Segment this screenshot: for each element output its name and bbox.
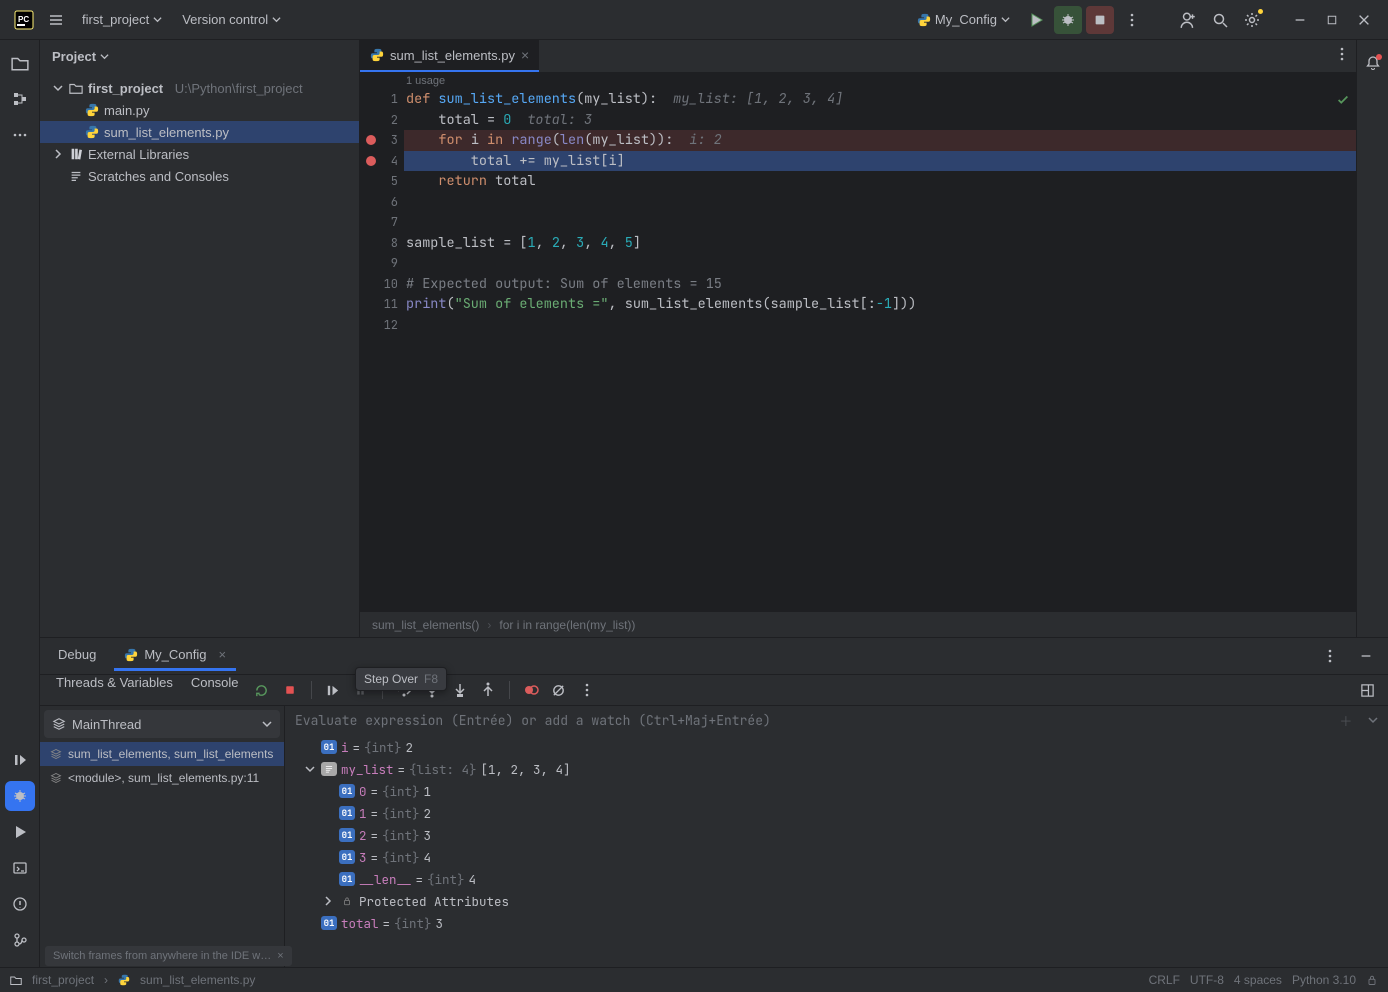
terminal-tool-button[interactable] <box>5 853 35 883</box>
rerun-button[interactable] <box>249 677 275 703</box>
breadcrumbs[interactable]: sum_list_elements()›for i in range(len(m… <box>360 611 1356 637</box>
notifications-button[interactable] <box>1358 48 1388 78</box>
step-into-my-button[interactable] <box>447 677 473 703</box>
structure-tool-button[interactable] <box>5 84 35 114</box>
close-icon[interactable]: × <box>277 950 283 962</box>
frame-row[interactable]: <module>, sum_list_elements.py:11 <box>40 766 284 790</box>
close-icon[interactable]: × <box>218 647 226 662</box>
console-tab[interactable]: Console <box>183 675 247 705</box>
encoding[interactable]: UTF-8 <box>1190 973 1224 987</box>
mute-breakpoints-button[interactable] <box>546 677 572 703</box>
view-breakpoints-button[interactable] <box>518 677 544 703</box>
variable-row[interactable]: 01 total = {int} 3 <box>285 912 1388 934</box>
add-watch-icon[interactable]: ＋ <box>1339 711 1352 730</box>
debug-toolbar: Threads & Variables Console <box>40 674 1388 706</box>
status-bar: first_project › sum_list_elements.py CRL… <box>0 967 1388 992</box>
readonly-toggle[interactable] <box>1366 974 1378 986</box>
step-out-button[interactable] <box>475 677 501 703</box>
variable-row[interactable]: 01 1 = {int} 2 <box>285 802 1388 824</box>
debug-panel-label[interactable]: Debug <box>48 641 106 671</box>
editor: sum_list_elements.py× 1 usage 1234567891… <box>360 40 1356 637</box>
stop-button[interactable] <box>1086 6 1114 34</box>
variable-row[interactable]: 01 0 = {int} 1 <box>285 780 1388 802</box>
code-with-me-button[interactable] <box>1174 6 1202 34</box>
frame-row[interactable]: sum_list_elements, sum_list_elements <box>40 742 284 766</box>
resume-button[interactable] <box>320 677 346 703</box>
app-logo: PC <box>10 6 38 34</box>
vcs-tool-button[interactable] <box>5 925 35 955</box>
frames-hint[interactable]: Switch frames from anywhere in the IDE w… <box>45 946 292 966</box>
usage-hint[interactable]: 1 usage <box>360 73 1356 89</box>
svg-text:PC: PC <box>18 15 29 24</box>
debug-button[interactable] <box>1054 6 1082 34</box>
services-tool-button[interactable] <box>5 745 35 775</box>
debug-more-button[interactable] <box>1316 642 1344 670</box>
python-interpreter[interactable]: Python 3.10 <box>1292 973 1356 987</box>
debug-hide-button[interactable] <box>1352 642 1380 670</box>
status-breadcrumb[interactable]: first_project <box>32 973 94 987</box>
settings-button[interactable] <box>1238 6 1266 34</box>
editor-tabs: sum_list_elements.py× <box>360 40 1356 73</box>
debug-tool-button[interactable] <box>5 781 35 811</box>
left-tool-rail <box>0 40 40 967</box>
debug-tools-more[interactable] <box>574 677 600 703</box>
search-everywhere-button[interactable] <box>1206 6 1234 34</box>
main-menu-button[interactable] <box>42 6 70 34</box>
close-window-button[interactable] <box>1350 6 1378 34</box>
run-button[interactable] <box>1022 6 1050 34</box>
debug-panel: Debug My_Config× Threads & Variables Con… <box>40 637 1388 967</box>
editor-tab[interactable]: sum_list_elements.py× <box>360 40 539 72</box>
tree-root[interactable]: first_project U:\Python\first_project <box>40 77 359 99</box>
breakpoint-icon[interactable] <box>366 156 376 166</box>
right-tool-rail <box>1356 40 1388 637</box>
chevron-down-icon[interactable] <box>1368 715 1378 725</box>
run-more-button[interactable] <box>1118 6 1146 34</box>
variable-row[interactable]: 01 3 = {int} 4 <box>285 846 1388 868</box>
code-area[interactable]: 123456789101112 def sum_list_elements(my… <box>360 89 1356 611</box>
project-tree[interactable]: first_project U:\Python\first_project ma… <box>40 73 359 637</box>
run-config-dropdown[interactable]: My_Config <box>909 8 1018 31</box>
variable-row[interactable]: 01 i = {int} 2 <box>285 736 1388 758</box>
run-tool-button[interactable] <box>5 817 35 847</box>
variable-row[interactable]: my_list = {list: 4} [1, 2, 3, 4] <box>285 758 1388 780</box>
variable-row[interactable]: Protected Attributes <box>285 890 1388 912</box>
variable-row[interactable]: 01 __len__ = {int} 4 <box>285 868 1388 890</box>
tree-scratches[interactable]: Scratches and Consoles <box>40 165 359 187</box>
thread-selector[interactable]: MainThread <box>44 710 280 738</box>
tooltip: Step OverF8 <box>355 667 447 691</box>
variable-row[interactable]: 01 2 = {int} 3 <box>285 824 1388 846</box>
tree-file-main[interactable]: main.py <box>40 99 359 121</box>
editor-more-button[interactable] <box>1328 40 1356 68</box>
python-icon <box>118 974 130 986</box>
breakpoint-icon[interactable] <box>366 135 376 145</box>
more-tools-button[interactable] <box>5 120 35 150</box>
project-panel: Project first_project U:\Python\first_pr… <box>40 40 360 637</box>
minimize-window-button[interactable] <box>1286 6 1314 34</box>
layout-button[interactable] <box>1354 677 1380 703</box>
maximize-window-button[interactable] <box>1318 6 1346 34</box>
close-icon[interactable]: × <box>521 47 529 63</box>
variables-panel: Evaluate expression (Entrée) or add a wa… <box>285 706 1388 967</box>
module-icon <box>10 974 22 986</box>
title-bar: PC first_project Version control My_Conf… <box>0 0 1388 40</box>
evaluate-input[interactable]: Evaluate expression (Entrée) or add a wa… <box>285 706 1388 734</box>
project-panel-header[interactable]: Project <box>40 40 359 73</box>
frames-panel: MainThread sum_list_elements, sum_list_e… <box>40 706 285 967</box>
project-dropdown[interactable]: first_project <box>74 8 170 31</box>
vcs-dropdown[interactable]: Version control <box>174 8 289 31</box>
stop-debug-button[interactable] <box>277 677 303 703</box>
line-separator[interactable]: CRLF <box>1149 973 1180 987</box>
problems-tool-button[interactable] <box>5 889 35 919</box>
tree-file-sum-list[interactable]: sum_list_elements.py <box>40 121 359 143</box>
tree-external-libraries[interactable]: External Libraries <box>40 143 359 165</box>
inspection-ok-icon[interactable] <box>1336 93 1350 107</box>
threads-vars-tab[interactable]: Threads & Variables <box>48 675 181 705</box>
debug-session-tab[interactable]: My_Config× <box>114 641 236 671</box>
project-tool-button[interactable] <box>5 48 35 78</box>
indent[interactable]: 4 spaces <box>1234 973 1282 987</box>
status-breadcrumb[interactable]: sum_list_elements.py <box>140 973 255 987</box>
